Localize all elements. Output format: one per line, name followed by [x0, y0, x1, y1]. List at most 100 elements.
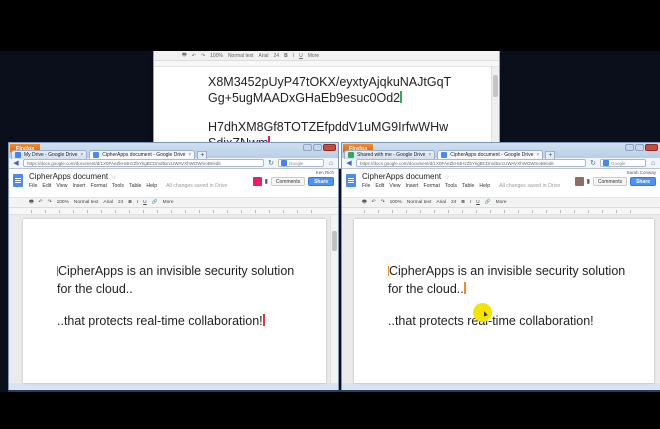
user-name[interactable]: Ken Rich — [316, 170, 334, 175]
size-select[interactable]: 24 — [451, 200, 456, 205]
document-page[interactable]: CipherApps is an invisible security solu… — [23, 219, 326, 383]
style-select[interactable]: Normal text — [228, 53, 254, 59]
close-button[interactable] — [645, 144, 658, 151]
home-icon[interactable]: ⌂ — [649, 160, 657, 167]
url-input[interactable]: https://docs.google.com/document/d/1X0FA… — [23, 159, 264, 167]
underline-button[interactable]: U — [476, 200, 479, 205]
bold-button[interactable]: B — [284, 53, 288, 59]
italic-button[interactable]: I — [293, 53, 294, 59]
bold-button[interactable]: B — [461, 200, 464, 205]
docs-logo-icon[interactable] — [346, 174, 356, 187]
scrollbar[interactable] — [330, 215, 338, 383]
tab-my-drive[interactable]: My Drive - Google Drive × — [11, 150, 88, 159]
minimize-button[interactable] — [625, 144, 634, 151]
search-input[interactable]: Google — [600, 159, 646, 167]
menu-help[interactable]: Help — [146, 183, 157, 189]
menu-tools[interactable]: Tools — [112, 183, 124, 189]
docs-logo-icon[interactable] — [13, 174, 23, 187]
style-select[interactable]: Normal text — [407, 200, 432, 205]
underline-button[interactable]: U — [299, 53, 303, 59]
undo-icon[interactable]: ↶ — [192, 53, 196, 59]
tab-shared-with-me[interactable]: Shared with me - Google Drive × — [344, 150, 436, 159]
new-tab-button[interactable]: + — [545, 151, 556, 159]
font-select[interactable]: Arial — [436, 200, 446, 205]
redo-icon[interactable]: ↷ — [201, 53, 205, 59]
menu-help[interactable]: Help — [479, 183, 490, 189]
zoom-select[interactable]: 100% — [390, 200, 402, 205]
menu-format[interactable]: Format — [423, 183, 439, 189]
user-name[interactable]: Sarah Conway — [626, 170, 656, 175]
menu-tools[interactable]: Tools — [445, 183, 457, 189]
menu-view[interactable]: View — [56, 183, 67, 189]
link-icon[interactable]: 🔗 — [485, 200, 491, 205]
close-button[interactable] — [323, 144, 336, 151]
back-icon[interactable]: ◀ — [12, 159, 20, 167]
scrollbar-thumb[interactable] — [332, 231, 337, 251]
undo-icon[interactable]: ↶ — [372, 200, 376, 205]
minimize-button[interactable] — [303, 144, 312, 151]
chat-icon[interactable]: ▮ — [587, 178, 590, 185]
menu-edit[interactable]: Edit — [42, 183, 51, 189]
underline-button[interactable]: U — [143, 200, 146, 205]
link-icon[interactable]: 🔗 — [152, 200, 158, 205]
menu-file[interactable]: File — [29, 183, 37, 189]
undo-icon[interactable]: ↶ — [39, 200, 43, 205]
reload-icon[interactable]: ↻ — [589, 159, 597, 167]
search-input[interactable]: Google — [278, 159, 324, 167]
zoom-select[interactable]: 100% — [57, 200, 69, 205]
maximize-button[interactable] — [635, 144, 644, 151]
redo-icon[interactable]: ↷ — [48, 200, 52, 205]
star-icon[interactable]: ☆ — [444, 175, 449, 181]
style-select[interactable]: Normal text — [74, 200, 99, 205]
print-icon[interactable]: 🖶 — [29, 199, 34, 207]
document-page[interactable]: CipherApps is an invisible security solu… — [354, 219, 654, 383]
star-icon[interactable]: ☆ — [111, 175, 116, 181]
print-icon[interactable]: 🖶 — [182, 52, 187, 60]
zoom-select[interactable]: 100% — [210, 53, 223, 59]
menu-format[interactable]: Format — [90, 183, 106, 189]
menu-table[interactable]: Table — [129, 183, 141, 189]
italic-button[interactable]: I — [470, 200, 471, 205]
document-text[interactable]: CipherApps is an invisible security solu… — [57, 262, 294, 330]
close-tab-icon[interactable]: × — [188, 151, 191, 159]
size-select[interactable]: 24 — [274, 53, 280, 59]
tab-cipherapps-doc[interactable]: CipherApps document - Google Drive × — [89, 150, 196, 159]
chat-icon[interactable]: ▮ — [265, 178, 268, 185]
doc-title[interactable]: CipherApps document ☆ — [29, 172, 117, 181]
menu-insert[interactable]: Insert — [405, 183, 418, 189]
reload-icon[interactable]: ↻ — [267, 159, 275, 167]
comments-button[interactable]: Comments — [592, 177, 628, 186]
maximize-button[interactable] — [313, 144, 322, 151]
menu-insert[interactable]: Insert — [72, 183, 85, 189]
share-button[interactable]: Share — [308, 177, 334, 186]
print-icon[interactable]: 🖶 — [362, 199, 367, 207]
menu-edit[interactable]: Edit — [375, 183, 384, 189]
redo-icon[interactable]: ↷ — [381, 200, 385, 205]
scrollbar-thumb[interactable] — [493, 75, 498, 97]
new-tab-button[interactable]: + — [197, 151, 208, 159]
url-input[interactable]: https://docs.google.com/document/d/1X0FA… — [356, 159, 586, 167]
italic-button[interactable]: I — [137, 200, 138, 205]
bold-button[interactable]: B — [128, 200, 131, 205]
menu-file[interactable]: File — [362, 183, 370, 189]
back-icon[interactable]: ◀ — [345, 159, 353, 167]
document-text[interactable]: CipherApps is an invisible security solu… — [388, 262, 625, 330]
size-select[interactable]: 24 — [118, 200, 123, 205]
close-tab-icon[interactable]: × — [536, 151, 539, 159]
close-tab-icon[interactable]: × — [80, 151, 83, 159]
share-button[interactable]: Share — [630, 177, 656, 186]
more-menu[interactable]: More — [163, 200, 174, 205]
encrypted-text[interactable]: X8M3452pUyP47tOKX/eyxtyAjqkuNAJtGqT Gg+5… — [208, 75, 451, 151]
home-icon[interactable]: ⌂ — [327, 160, 335, 167]
font-select[interactable]: Arial — [103, 200, 113, 205]
close-tab-icon[interactable]: × — [428, 151, 431, 159]
menu-table[interactable]: Table — [462, 183, 474, 189]
more-menu[interactable]: More — [496, 200, 507, 205]
avatar[interactable] — [574, 177, 584, 186]
comments-button[interactable]: Comments — [270, 177, 306, 186]
more-menu[interactable]: More — [308, 53, 319, 59]
menu-view[interactable]: View — [389, 183, 400, 189]
avatar[interactable] — [252, 177, 262, 186]
font-select[interactable]: Arial — [259, 53, 269, 59]
tab-cipherapps-doc[interactable]: CipherApps document - Google Drive × — [437, 150, 544, 159]
